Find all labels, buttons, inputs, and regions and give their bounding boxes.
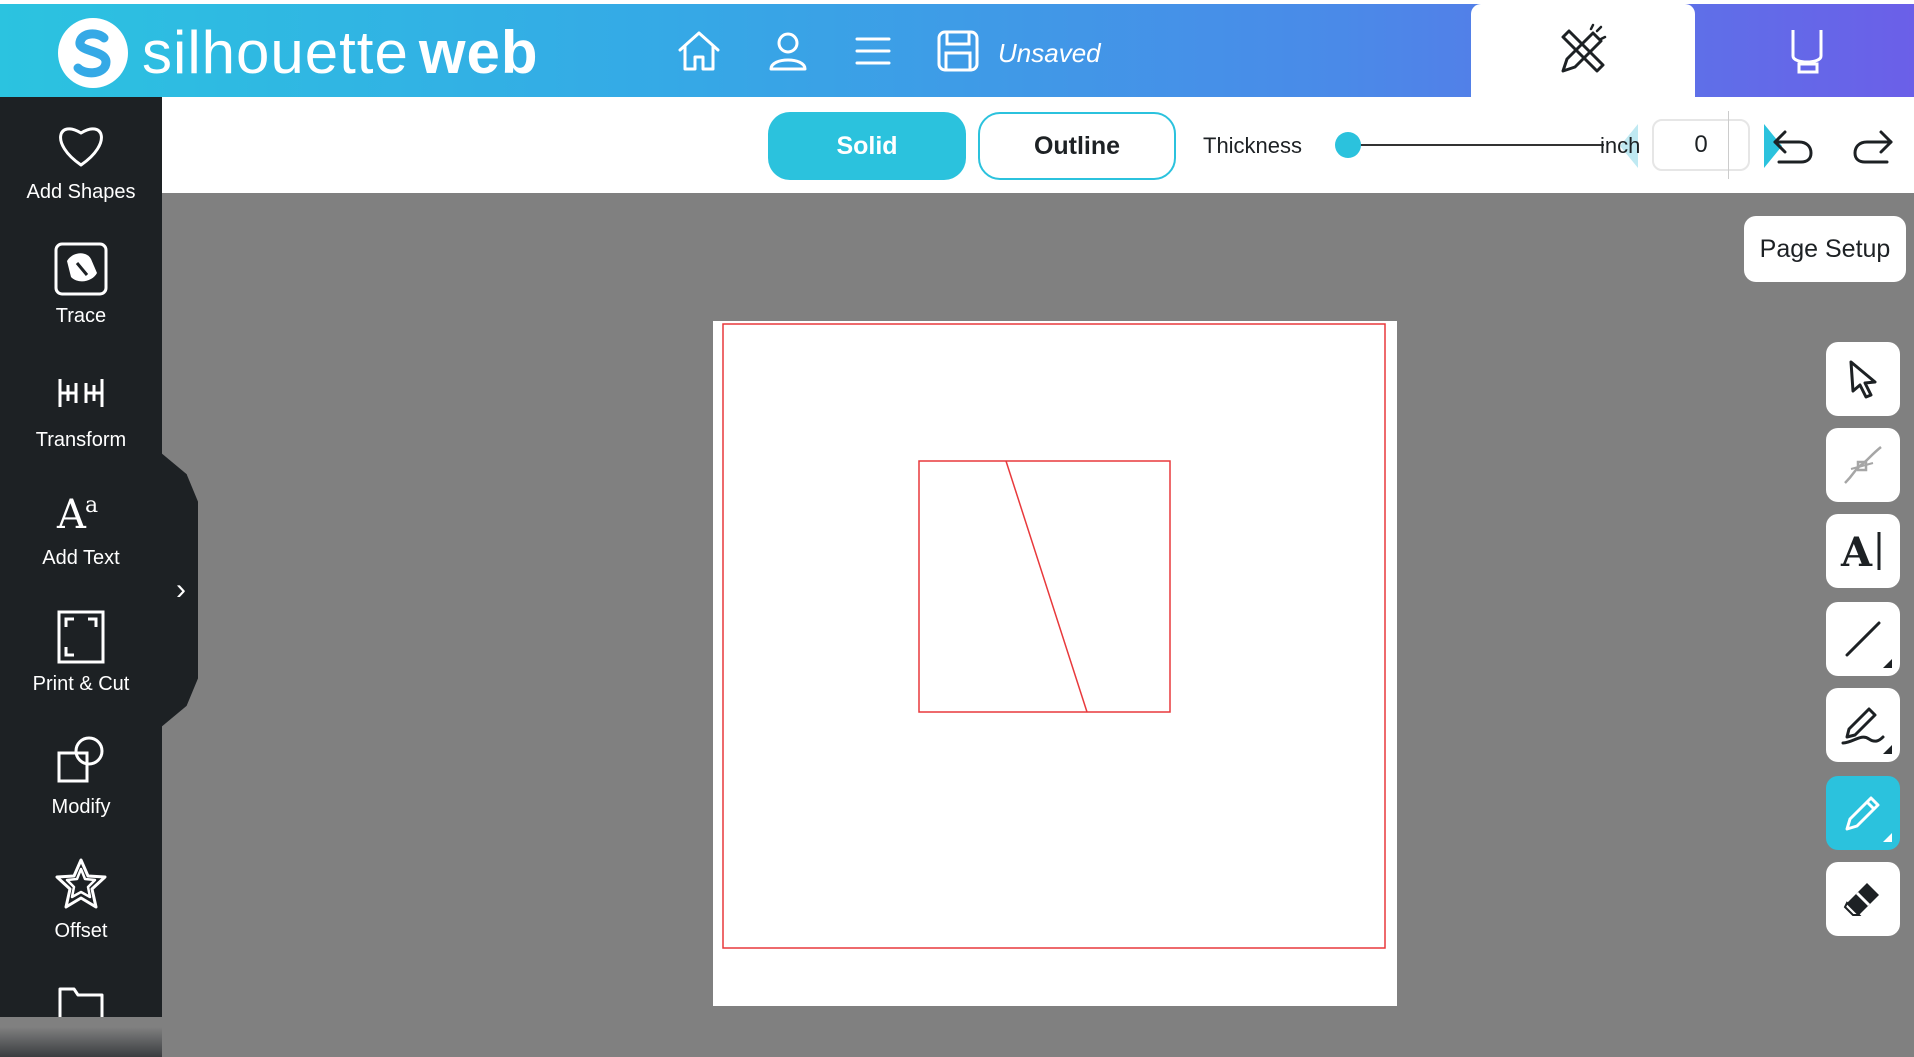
trace-image-icon [51, 239, 111, 299]
pencil-icon [1845, 796, 1880, 831]
solid-button[interactable]: Solid [768, 112, 966, 180]
thickness-slider-handle[interactable] [1335, 132, 1361, 158]
transform-icon [51, 363, 111, 423]
cutter-icon [1791, 29, 1823, 73]
sidebar-item-label: Print & Cut [32, 673, 130, 695]
svg-text:A: A [56, 492, 87, 534]
sidebar-item-add-shapes[interactable]: Add Shapes [0, 115, 162, 235]
drawn-square-shape [918, 460, 1171, 713]
logo-text-bold: web [418, 19, 539, 86]
edit-points-icon [1844, 446, 1882, 484]
sidebar-item-folder[interactable] [0, 979, 162, 1017]
toolbar-divider [1728, 111, 1729, 179]
freehand-tool-button[interactable] [1826, 688, 1900, 762]
svg-text:A: A [1840, 529, 1873, 574]
design-page[interactable] [713, 321, 1397, 1006]
add-text-icon: Aa [51, 481, 111, 541]
sidebar-item-add-text[interactable]: Aa Add Text [0, 481, 162, 601]
thickness-label: Thickness [1203, 133, 1303, 158]
svg-text:a: a [85, 493, 98, 518]
cut-border [722, 323, 1386, 949]
star-icon [51, 854, 111, 914]
outline-button[interactable]: Outline [978, 112, 1176, 180]
text-tool-button[interactable]: A [1826, 514, 1900, 588]
home-icon[interactable] [674, 26, 724, 76]
eraser-tool-button[interactable] [1826, 862, 1900, 936]
fill-toolbar: Solid Outline Thickness inch [162, 97, 1914, 193]
sidebar-item-modify[interactable]: Modify [0, 730, 162, 850]
design-pencil-ruler-icon [1561, 23, 1607, 72]
sidebar-item-trace[interactable]: Trace [0, 239, 162, 359]
sidebar-item-label: Transform [35, 429, 127, 451]
thickness-input[interactable] [1652, 119, 1750, 171]
print-cut-icon [51, 607, 111, 667]
pencil-tool-button[interactable] [1826, 776, 1900, 850]
line-icon [1845, 621, 1881, 657]
heart-icon [51, 115, 111, 175]
sidebar-item-label: Trace [55, 305, 107, 327]
hamburger-menu-icon[interactable] [848, 26, 898, 76]
redo-icon[interactable] [1848, 121, 1898, 171]
sidebar-item-label: Offset [54, 920, 108, 942]
select-tool-button[interactable] [1826, 342, 1900, 416]
logo-s-icon [58, 18, 128, 88]
page-setup-button[interactable]: Page Setup [1744, 216, 1906, 282]
chevron-right-icon: › [176, 573, 186, 606]
folder-icon [51, 979, 111, 1017]
user-icon[interactable] [763, 26, 813, 76]
drawn-diagonal-line [1005, 460, 1088, 713]
eraser-icon [1843, 883, 1879, 916]
sidebar-item-label: Add Shapes [26, 181, 136, 203]
left-sidebar: Add Shapes Trace Transform Aa Add Text P… [0, 97, 162, 1057]
sidebar-item-print-cut[interactable]: Print & Cut [0, 607, 162, 727]
unit-label: inch [1600, 133, 1641, 158]
pointer-arrow-icon [1849, 360, 1877, 399]
sidebar-expand-tab[interactable]: › [160, 452, 198, 728]
edit-points-tool-button[interactable] [1826, 428, 1900, 502]
undo-icon[interactable] [1768, 121, 1818, 171]
modify-shapes-icon [51, 730, 111, 790]
line-tool-button[interactable] [1826, 602, 1900, 676]
sidebar-item-transform[interactable]: Transform [0, 363, 162, 483]
text-cursor-icon: A [1840, 529, 1881, 574]
sidebar-item-offset[interactable]: Offset [0, 854, 162, 974]
sidebar-scroll-fade [0, 1027, 162, 1057]
tab-design[interactable] [1471, 4, 1695, 97]
freehand-pen-icon [1841, 707, 1885, 745]
save-disk-icon[interactable] [933, 26, 983, 76]
sidebar-item-label: Add Text [42, 547, 120, 569]
logo-text-light: silhouette [142, 19, 409, 86]
tool-options-corner [1883, 745, 1892, 754]
thickness-slider-track[interactable] [1348, 144, 1604, 146]
save-status: Unsaved [998, 38, 1101, 68]
design-canvas[interactable] [713, 321, 1397, 1006]
sidebar-item-label: Modify [51, 796, 111, 818]
tab-send[interactable] [1700, 4, 1914, 97]
tool-options-corner [1883, 659, 1892, 668]
logo-text: silhouette web [142, 18, 539, 88]
silhouette-web-logo: silhouette web [58, 18, 539, 88]
tool-options-corner [1883, 833, 1892, 842]
